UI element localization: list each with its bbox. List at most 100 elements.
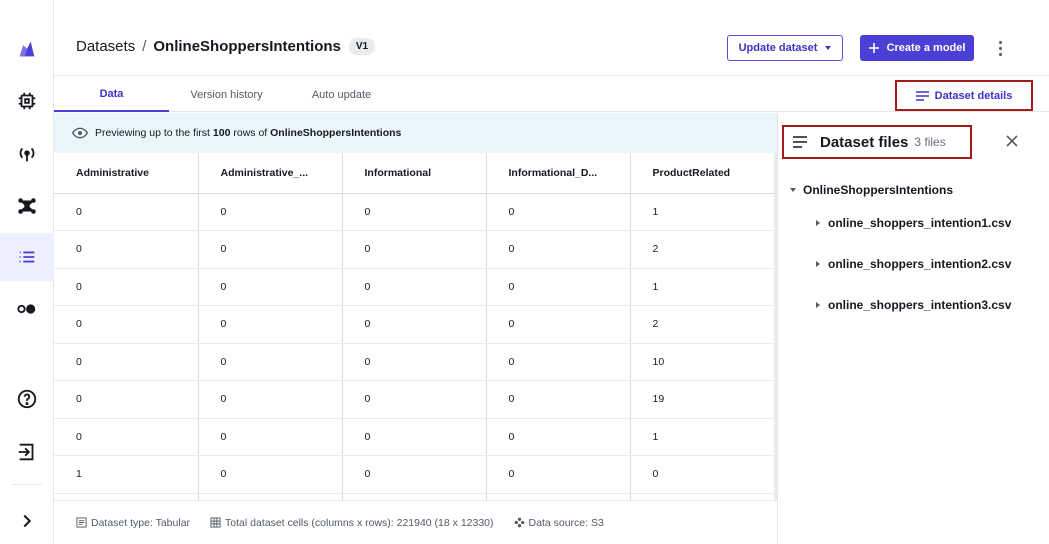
column-header[interactable]: Informational_D... — [486, 153, 631, 194]
banner-dataset: OnlineShoppersIntentions — [270, 127, 402, 139]
dataset-files-panel: Dataset files 3 files OnlineShoppersInte… — [777, 113, 1049, 544]
table-cell: 0 — [486, 230, 631, 269]
table-row: 00002 — [54, 230, 775, 269]
table-cell: 2 — [630, 305, 775, 344]
page-header: Datasets / OnlineShoppersIntentions V1 U… — [54, 0, 1049, 76]
table-cell: 0 — [486, 455, 631, 494]
dataset-details-button[interactable]: Dataset details — [895, 80, 1033, 111]
plus-icon — [868, 43, 879, 53]
table-row: 0 0 0 0 10 — [54, 343, 775, 381]
column-header[interactable]: ProductRelated — [630, 153, 775, 194]
dataset-type-text: Dataset type: Tabular — [91, 516, 191, 529]
table-cell: 1 — [54, 455, 199, 494]
source-icon — [514, 517, 524, 528]
table-row: 0 0 0 0 19 — [54, 380, 775, 419]
column-header[interactable]: Administrative_... — [198, 153, 343, 194]
sign-out-icon[interactable] — [0, 428, 54, 476]
create-model-button[interactable]: Create a model — [860, 35, 974, 61]
data-table-container[interactable]: Administrative Administrative_... Inform… — [54, 153, 775, 500]
file-item[interactable]: online_shoppers_intention3.csv — [816, 298, 1011, 312]
table-cell: 0 — [198, 230, 343, 269]
toggle-icon[interactable] — [0, 285, 54, 333]
table-cell: 0 — [630, 455, 775, 494]
table-cell: 0 — [198, 343, 343, 381]
table-cell: 0 — [486, 268, 631, 306]
table-row: 10000 — [54, 455, 775, 494]
page-title: OnlineShoppersIntentions — [153, 38, 341, 55]
caret-down-icon — [790, 188, 796, 192]
table-cell: 1 — [630, 268, 775, 306]
file-count: 3 files — [914, 135, 946, 149]
breadcrumb-datasets[interactable]: Datasets — [76, 38, 135, 55]
table-cell: 0 — [486, 343, 631, 381]
caret-right-icon — [816, 302, 820, 308]
table-cell: 0 — [54, 493, 199, 500]
version-badge: V1 — [348, 38, 376, 55]
table-cell: 0 — [342, 193, 487, 231]
dataset-details-label: Dataset details — [934, 89, 1013, 102]
table-cell: 0 — [342, 418, 487, 456]
tab-bar: Data Version history Auto update Dataset… — [54, 77, 1049, 112]
breadcrumb-separator: / — [142, 38, 147, 55]
table-cell: 0 — [198, 418, 343, 456]
table-row: 00001 — [54, 268, 775, 306]
table-cell: 0 — [342, 305, 487, 344]
table-cell: 0 — [486, 418, 631, 456]
table-cell: 2 — [630, 493, 775, 500]
table-cell: 19 — [630, 380, 775, 419]
close-icon[interactable] — [1004, 133, 1020, 149]
table-cell: 0 — [486, 380, 631, 419]
folder-label: OnlineShoppersIntentions — [803, 183, 954, 197]
logo-icon[interactable] — [0, 25, 54, 73]
update-dataset-button[interactable]: Update dataset — [727, 35, 843, 61]
table-cell: 0 — [54, 230, 199, 269]
document-icon — [76, 517, 87, 528]
tab-version-history[interactable]: Version history — [174, 77, 279, 112]
banner-middle: rows of — [233, 127, 268, 139]
table-cell: 2 — [630, 230, 775, 269]
network-icon[interactable] — [0, 182, 54, 230]
table-cell: 1 — [630, 193, 775, 231]
table-cell: 0 — [342, 380, 487, 419]
tab-auto-update[interactable]: Auto update — [294, 77, 389, 112]
table-cell: 0 — [54, 418, 199, 456]
table-row: 00002 — [54, 493, 775, 500]
signal-icon[interactable] — [0, 130, 54, 178]
rail-divider — [12, 484, 42, 485]
list-icon[interactable] — [0, 233, 54, 281]
dataset-cells-text: Total dataset cells (columns x rows): 22… — [225, 516, 494, 529]
file-label: online_shoppers_intention1.csv — [828, 216, 1012, 230]
table-cell: 0 — [54, 343, 199, 381]
table-cell: 0 — [198, 455, 343, 494]
data-source: Data source: S3 — [514, 517, 604, 529]
folder-node[interactable]: OnlineShoppersIntentions — [790, 183, 953, 197]
create-model-label: Create a model — [886, 42, 966, 54]
table-cell: 0 — [342, 268, 487, 306]
caret-down-icon — [825, 46, 832, 50]
file-item[interactable]: online_shoppers_intention1.csv — [816, 216, 1011, 230]
chip-icon[interactable] — [0, 77, 54, 125]
menu-lines-icon — [793, 136, 807, 148]
tab-data[interactable]: Data — [54, 77, 169, 112]
table-cell: 10 — [630, 343, 775, 381]
table-row: 00002 — [54, 305, 775, 344]
table-cell: 0 — [54, 268, 199, 306]
data-table: Administrative Administrative_... Inform… — [54, 153, 775, 500]
column-header[interactable]: Informational — [342, 153, 487, 194]
breadcrumb: Datasets / OnlineShoppersIntentions V1 — [76, 38, 376, 55]
table-cell: 0 — [54, 305, 199, 344]
more-options-icon[interactable] — [992, 36, 1008, 60]
table-cell: 0 — [486, 493, 631, 500]
chevron-right-icon[interactable] — [0, 497, 54, 544]
column-header[interactable]: Administrative — [54, 153, 199, 194]
table-cell: 0 — [198, 493, 343, 500]
help-icon[interactable] — [0, 375, 54, 423]
table-cell: 1 — [630, 418, 775, 456]
grid-icon — [210, 517, 221, 528]
eye-icon — [72, 127, 88, 139]
file-item[interactable]: online_shoppers_intention2.csv — [816, 257, 1011, 271]
table-cell: 0 — [342, 343, 487, 381]
banner-prefix: Previewing up to the first — [95, 127, 210, 139]
file-label: online_shoppers_intention3.csv — [828, 298, 1012, 312]
dataset-cells: Total dataset cells (columns x rows): 22… — [210, 516, 494, 529]
